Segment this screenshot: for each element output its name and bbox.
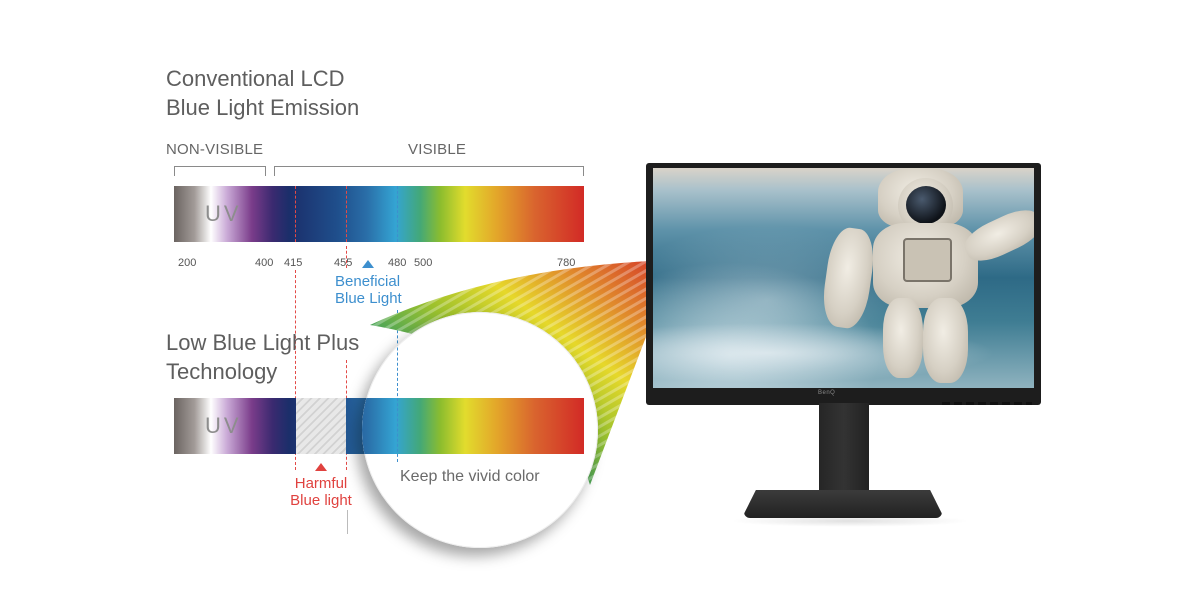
low-blue-title: Low Blue Light Plus Technology [166,328,359,386]
harmful-blue-light-label: Harmful Blue light [280,475,362,509]
magnified-480-marker [397,312,398,462]
tick-200: 200 [178,257,197,269]
low-blue-title-line2: Technology [166,359,278,384]
monitor-screen [653,168,1034,388]
harmful-line1: Harmful [294,475,348,492]
harmful-line2: Blue light [290,492,352,509]
marker-480-top [397,186,398,242]
filtered-harmful-band [296,398,346,454]
astronaut-image [819,168,1034,383]
astronaut-visor [906,186,946,224]
tick-400: 400 [255,257,274,269]
monitor: BenQ [646,163,1041,405]
harmful-triangle-icon [315,463,327,471]
marker-415-top [295,186,296,242]
astronaut-chest-pack [903,238,952,282]
astronaut-left-arm [819,225,878,331]
magnifier-caption: Keep the vivid color [400,468,540,485]
conventional-title: Conventional LCD Blue Light Emission [166,64,359,122]
conventional-title-line2: Blue Light Emission [166,95,360,120]
low-blue-uv-label: UV [205,413,242,438]
conventional-title-line1: Conventional LCD [166,66,345,91]
stand-shadow [730,515,970,527]
non-visible-bracket [174,166,266,176]
visible-label: VISIBLE [408,141,467,158]
tick-415: 415 [284,257,303,269]
marker-455-top [346,186,347,242]
marker-455-connector-a [346,246,347,268]
monitor-control-buttons[interactable] [942,402,1032,405]
astronaut-left-leg [883,298,923,378]
magnified-spectrum-bar [362,398,584,454]
astronaut-right-arm [959,202,1034,269]
low-blue-title-line1: Low Blue Light Plus [166,330,360,355]
monitor-stand-base [744,490,942,518]
non-visible-label: NON-VISIBLE [166,141,264,158]
conventional-uv-label: UV [205,201,242,226]
visible-bracket [274,166,584,176]
monitor-brand-logo: BenQ [818,390,836,396]
magnifier-circle: Keep the vivid color [362,312,598,548]
astronaut-right-leg [923,298,968,383]
divider-line [347,510,348,534]
